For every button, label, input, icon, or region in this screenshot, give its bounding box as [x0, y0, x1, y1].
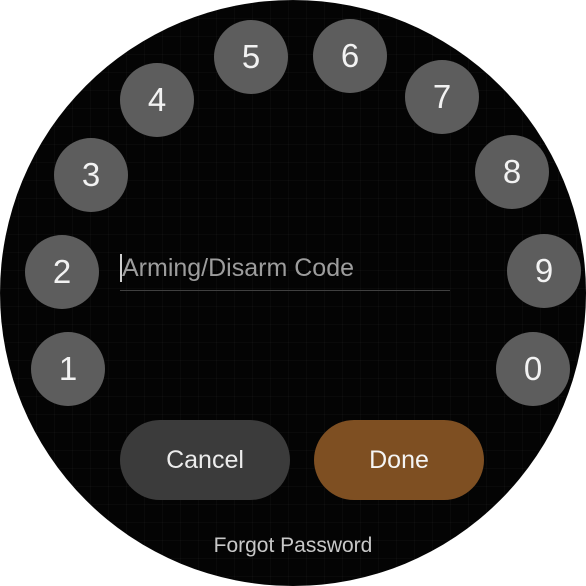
key-3[interactable]: 3 [54, 138, 128, 212]
key-8[interactable]: 8 [475, 135, 549, 209]
done-button[interactable]: Done [314, 420, 484, 500]
key-4[interactable]: 4 [120, 63, 194, 137]
key-5[interactable]: 5 [214, 20, 288, 94]
watch-screen: 1 2 3 4 5 6 7 8 9 0 Arming/Disarm Code C… [0, 0, 586, 586]
code-input-placeholder: Arming/Disarm Code [122, 254, 355, 282]
cancel-button[interactable]: Cancel [120, 420, 290, 500]
key-7[interactable]: 7 [405, 60, 479, 134]
forgot-password-link[interactable]: Forgot Password [0, 534, 586, 558]
key-6[interactable]: 6 [313, 19, 387, 93]
key-9[interactable]: 9 [507, 234, 581, 308]
code-entry-dialog: 1 2 3 4 5 6 7 8 9 0 Arming/Disarm Code C… [0, 0, 586, 586]
key-1[interactable]: 1 [31, 332, 105, 406]
code-input[interactable]: Arming/Disarm Code [120, 246, 450, 291]
key-2[interactable]: 2 [25, 235, 99, 309]
key-0[interactable]: 0 [496, 332, 570, 406]
